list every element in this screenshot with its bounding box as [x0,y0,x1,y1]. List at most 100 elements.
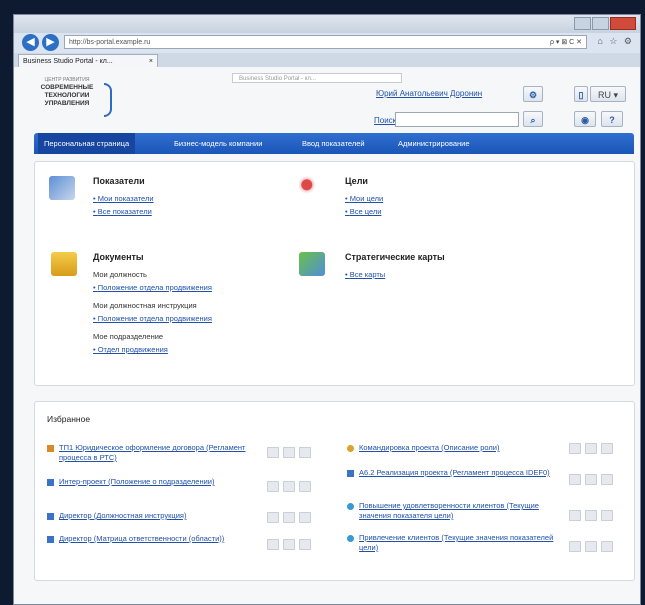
all-goals-link[interactable]: Все цели [345,207,382,216]
move-icon[interactable] [585,541,597,552]
department-link[interactable]: Отдел продвижения [93,345,168,354]
move-icon[interactable] [283,481,295,492]
delete-icon[interactable] [601,541,613,552]
favorite-actions [569,474,613,485]
delete-icon[interactable] [299,481,311,492]
all-maps-link[interactable]: Все карты [345,270,385,279]
logo-line-3: УПРАВЛЕНИЯ [44,100,90,107]
browser-tools-icons[interactable]: ⌂ ☆ ⚙ [597,36,634,47]
browser-navbar: ◀ ▶ http://bs-portal.example.ru ρ ▾ ⊠ C … [14,33,640,53]
favorite-goal-icon [347,535,354,542]
move-icon[interactable] [585,510,597,521]
menu-business-model[interactable]: Бизнес-модель компании [174,133,262,154]
favorite-item[interactable]: Командировка проекта (Описание роли) [359,443,559,453]
address-text: http://bs-portal.example.ru [69,39,151,46]
forward-button[interactable]: ▶ [42,34,59,51]
portal-page: ЦЕНТР РАЗВИТИЯ СОВРЕМЕННЫЕ ТЕХНОЛОГИИ УП… [14,67,640,604]
goals-title: Цели [345,176,368,186]
logo-brace-icon [104,83,112,117]
menu-administration[interactable]: Администрирование [398,133,470,154]
phone-button[interactable]: ▯ [574,86,588,102]
delete-icon[interactable] [299,447,311,458]
indicators-title: Показатели [93,176,145,186]
all-indicators-link[interactable]: Все показатели [93,207,152,216]
main-menu: Персональная страница Бизнес-модель комп… [34,133,634,154]
edit-icon[interactable] [569,474,581,485]
browser-tab[interactable]: Business Studio Portal - кл... × [18,54,158,67]
favorite-goal-icon [347,503,354,510]
favorite-item[interactable]: А6.2 Реализация проекта (Регламент проце… [359,468,559,478]
position-doc-link[interactable]: Положение отдела продвижения [93,283,212,292]
tab-title: Business Studio Portal - кл... [23,58,113,65]
window-controls [574,17,636,30]
language-select[interactable]: RU ▾ [590,86,626,102]
delete-icon[interactable] [601,443,613,454]
close-window-button[interactable] [610,17,636,30]
my-position-label: Мои должность [93,270,147,279]
favorite-item[interactable]: Повышение удовлетворенности клиентов (Те… [359,501,569,521]
edit-icon[interactable] [267,539,279,550]
search-input[interactable] [395,112,519,127]
browser-tabbar: Business Studio Portal - кл... × [14,53,640,67]
logo-line-1: СОВРЕМЕННЫЕ [40,84,94,91]
edit-icon[interactable] [569,541,581,552]
goals-target-icon [299,174,325,198]
edit-icon[interactable] [267,447,279,458]
favorite-doc-icon [47,513,54,520]
address-bar[interactable]: http://bs-portal.example.ru ρ ▾ ⊠ C ✕ [64,35,587,49]
menu-input-indicators[interactable]: Ввод показателей [302,133,365,154]
my-department-label: Мое подразделение [93,332,164,341]
move-icon[interactable] [283,512,295,523]
documents-title: Документы [93,252,144,262]
favorite-doc-icon [47,536,54,543]
favorites-title: Избранное [47,414,91,424]
tab-close-icon[interactable]: × [149,55,153,67]
search-button[interactable]: ⌕ [523,111,543,127]
favorite-actions [569,443,613,454]
search-label[interactable]: Поиск [374,116,396,125]
favorite-item[interactable]: Привлечение клиентов (Текущие значения п… [359,533,569,553]
my-indicators-link[interactable]: Мои показатели [93,194,154,203]
favorite-item[interactable]: Интер-проект (Положение о подразделении) [59,477,259,487]
maximize-button[interactable] [592,17,609,30]
sections-panel: Показатели Мои показатели Все показатели… [34,161,635,386]
edit-icon[interactable] [267,481,279,492]
logo-line-2: ТЕХНОЛОГИИ [44,92,90,99]
address-controls[interactable]: ρ ▾ ⊠ C ✕ [550,36,582,50]
delete-icon[interactable] [299,539,311,550]
strategy-title: Стратегические карты [345,252,445,262]
logo-small-text: ЦЕНТР РАЗВИТИЯ [44,77,90,83]
favorite-actions [267,539,311,550]
delete-icon[interactable] [601,474,613,485]
favorite-item[interactable]: Директор (Матрица ответственности (облас… [59,534,259,544]
view-button[interactable]: ◉ [574,111,596,127]
favorite-actions [569,510,613,521]
window-titlebar [14,15,640,33]
favorite-item[interactable]: ТП1 Юридическое оформление договора (Рег… [59,443,259,463]
logo-text: СОВРЕМЕННЫЕ ТЕХНОЛОГИИ УПРАВЛЕНИЯ [32,84,102,108]
edit-icon[interactable] [569,443,581,454]
move-icon[interactable] [283,539,295,550]
breadcrumb: Business Studio Portal - кл... [232,73,402,83]
back-button[interactable]: ◀ [22,34,39,51]
delete-icon[interactable] [299,512,311,523]
my-goals-link[interactable]: Мои цели [345,194,383,203]
favorite-org-icon [47,479,54,486]
help-button[interactable]: ? [601,111,623,127]
settings-button[interactable]: ⚙ [523,86,543,102]
delete-icon[interactable] [601,510,613,521]
user-name-link[interactable]: Юрий Анатольевич Доронин [376,89,482,98]
favorite-item[interactable]: Директор (Должностная инструкция) [59,511,259,521]
move-icon[interactable] [283,447,295,458]
menu-personal-page[interactable]: Персональная страница [38,133,136,154]
minimize-button[interactable] [574,17,591,30]
edit-icon[interactable] [267,512,279,523]
move-icon[interactable] [585,443,597,454]
move-icon[interactable] [585,474,597,485]
favorite-actions [267,481,311,492]
edit-icon[interactable] [569,510,581,521]
favorite-actions [569,541,613,552]
instruction-doc-link[interactable]: Положение отдела продвижения [93,314,212,323]
strategy-map-icon [299,252,325,276]
indicators-icon [49,176,75,200]
